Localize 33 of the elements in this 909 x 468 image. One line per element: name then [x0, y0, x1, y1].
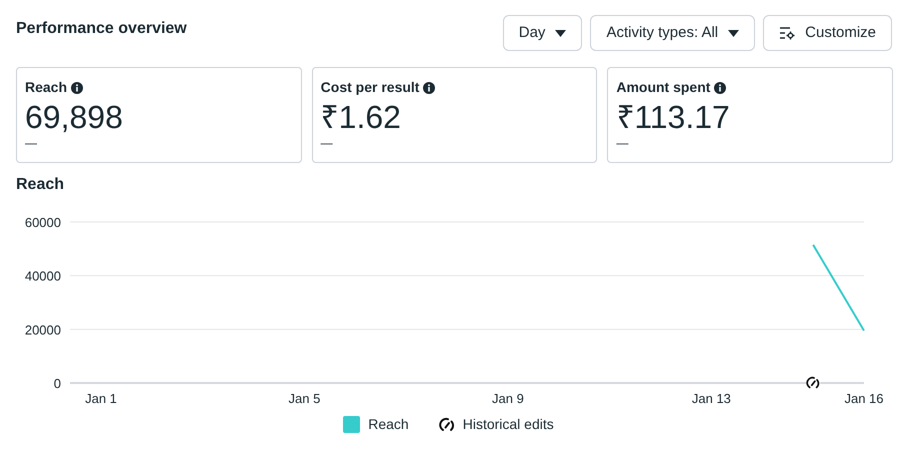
metric-label: Amount spent [616, 78, 710, 97]
metric-value: 69,898 [25, 98, 124, 136]
y-axis-label: 0 [54, 376, 61, 391]
metric-value: ₹1.62 [320, 98, 402, 136]
dropdown-button[interactable]: Activity types: All [590, 15, 756, 51]
legend-label: Reach [368, 415, 409, 434]
y-axis-label: 40000 [24, 268, 61, 284]
info-icon[interactable] [71, 82, 84, 94]
x-axis-label: Jan 9 [492, 391, 524, 406]
gauge-icon [438, 416, 455, 432]
historical-edit-marker[interactable] [806, 376, 820, 390]
x-axis-label: Jan 1 [85, 391, 117, 406]
x-axis-label: Jan 13 [692, 391, 731, 406]
metric-value: ₹113.17 [616, 98, 731, 136]
metric-label: Cost per result [320, 78, 420, 97]
page-title: Performance overview [16, 19, 187, 39]
settings-list-icon [779, 26, 796, 40]
dropdown-button[interactable]: Day [502, 15, 582, 51]
metric-change: — [25, 136, 38, 150]
metric-label: Reach [25, 78, 68, 97]
x-axis-label: Jan 16 [844, 391, 884, 406]
metric-change: — [616, 136, 630, 150]
info-icon[interactable] [423, 82, 436, 94]
metric-change: — [320, 136, 334, 150]
customize-button[interactable]: Customize [763, 15, 892, 51]
y-axis-label: 20000 [24, 322, 61, 338]
caret-icon [555, 30, 566, 36]
x-axis-label: Jan 5 [288, 391, 320, 406]
y-axis-label: 60000 [24, 215, 61, 230]
chart-title: Reach [16, 175, 66, 195]
legend-label: Historical edits [462, 415, 554, 434]
caret-icon [728, 30, 740, 36]
info-icon[interactable] [714, 82, 726, 94]
